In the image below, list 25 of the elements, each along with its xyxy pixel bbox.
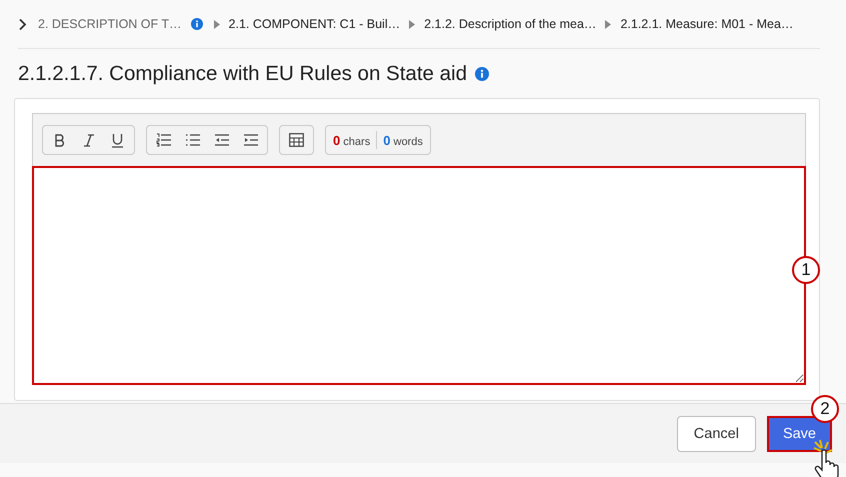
callout-badge: 2 (811, 395, 839, 423)
table-icon (289, 133, 304, 147)
indent-icon (242, 133, 258, 147)
breadcrumb-link[interactable]: 2.1.2. Description of the mea… (424, 17, 596, 31)
numbered-list-icon (156, 133, 172, 147)
separator-icon (214, 20, 220, 28)
separator-icon (409, 20, 416, 28)
breadcrumb-link[interactable]: 2.1.2.1. Measure: M01 - Mea… (620, 17, 794, 31)
breadcrumb-link[interactable]: 2. DESCRIPTION OF T… (38, 17, 182, 31)
underline-icon (111, 132, 124, 148)
save-button[interactable]: Save (766, 416, 832, 452)
breadcrumb-link[interactable]: 2.1. COMPONENT: C1 - Buil… (228, 17, 400, 31)
character-count: 0 chars (333, 132, 370, 148)
callout-badge: 1 (792, 256, 820, 284)
word-count: 0 words (383, 132, 423, 148)
bullet-list-icon (184, 133, 200, 147)
info-icon[interactable] (474, 67, 489, 81)
bold-icon (54, 134, 66, 146)
separator-icon (605, 20, 612, 28)
info-icon[interactable] (190, 18, 203, 30)
section-title: 2.1.2.1.7. Compliance with EU Rules on State aid (18, 62, 467, 86)
outdent-icon (214, 133, 230, 147)
expand-icon[interactable] (18, 18, 27, 30)
italic-icon (82, 134, 94, 146)
cancel-button[interactable]: Cancel (676, 416, 756, 452)
